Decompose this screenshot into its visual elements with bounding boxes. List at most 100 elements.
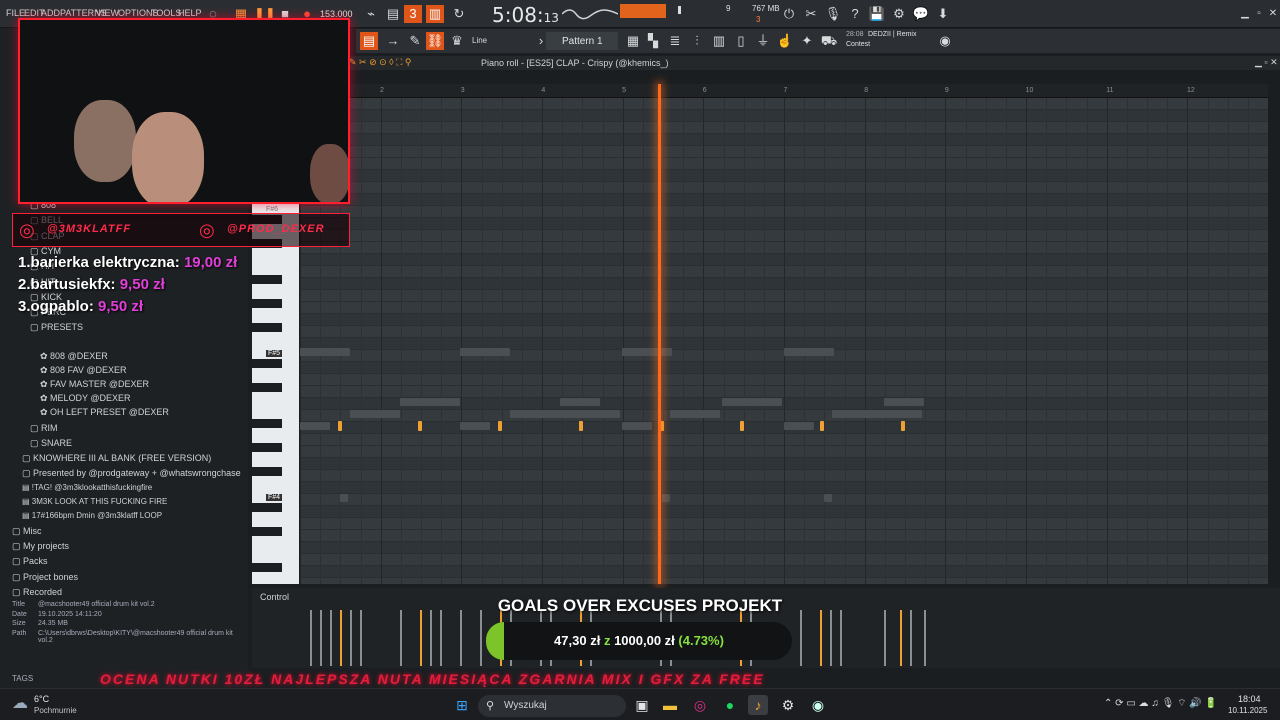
velocity-bar[interactable] <box>340 610 342 666</box>
black-key[interactable] <box>252 359 282 368</box>
power-icon[interactable]: ⏻ <box>780 5 798 23</box>
file-explorer-icon[interactable]: ▬ <box>660 695 680 715</box>
black-key[interactable] <box>252 503 282 512</box>
velocity-bar[interactable] <box>460 610 462 666</box>
script-icon[interactable]: ✦ <box>798 32 816 50</box>
black-key[interactable] <box>252 323 282 332</box>
menu-view[interactable]: VIEW <box>96 8 119 18</box>
playlist-icon[interactable]: ▦ <box>624 32 642 50</box>
folder-item[interactable]: ▢ RIM <box>30 423 58 434</box>
piano-keyboard[interactable]: F#6 F#5 F#4 <box>252 202 299 584</box>
velocity-bar[interactable] <box>820 610 822 666</box>
help-icon[interactable]: ? <box>846 5 864 23</box>
black-key[interactable] <box>252 527 282 536</box>
folder-item[interactable]: ▢ SNARE <box>30 438 72 449</box>
weather-temp[interactable]: 6°C <box>34 694 49 704</box>
preset-item[interactable]: ✿ MELODY @DEXER <box>40 393 131 404</box>
link-icon[interactable]: ⛓ <box>426 32 444 50</box>
tray-icons[interactable]: ⌃ ⟳ ▭ ☁ ♫ 🎙 ⌔ 🔊 🔋 <box>1104 697 1217 710</box>
clap-note[interactable] <box>820 421 824 431</box>
clap-note[interactable] <box>740 421 744 431</box>
root-folder[interactable]: ▢ My projects <box>12 541 69 552</box>
root-folder[interactable]: ▢ Packs <box>12 556 48 567</box>
timeline-ruler[interactable]: 2 3 4 5 6 7 8 9 10 11 12 <box>300 84 1268 98</box>
preset-item[interactable]: ✿ 808 FAV @DEXER <box>40 365 127 376</box>
pencil-icon[interactable]: ✎ <box>406 32 424 50</box>
velocity-bar[interactable] <box>900 610 902 666</box>
velocity-bar[interactable] <box>910 610 912 666</box>
preset-item[interactable]: ✿ FAV MASTER @DEXER <box>40 379 149 390</box>
velocity-bar[interactable] <box>800 610 802 666</box>
spotify-icon[interactable]: ● <box>720 695 740 715</box>
tools-icon[interactable]: ✂ <box>802 5 820 23</box>
clap-note[interactable] <box>418 421 422 431</box>
note-grid[interactable] <box>300 98 1268 584</box>
mixer-faders-icon[interactable]: ⫶ <box>688 32 706 50</box>
preset-item[interactable]: ✿ OH LEFT PRESET @DEXER <box>40 407 169 418</box>
countdown-icon[interactable]: 3 <box>404 5 422 23</box>
root-folder[interactable]: ▢ Recorded <box>12 587 62 598</box>
black-key[interactable] <box>252 275 282 284</box>
clap-note[interactable] <box>579 421 583 431</box>
news-icon[interactable]: ◉ <box>936 32 954 50</box>
chat-icon[interactable]: 💬 <box>912 5 930 23</box>
black-key[interactable] <box>252 419 282 428</box>
piano-roll-window-controls[interactable]: ▁ ▫ ✕ <box>1255 57 1278 68</box>
pack-item[interactable]: ▢ Presented by @prodgateway + @whatswron… <box>22 468 241 479</box>
velocity-bar[interactable] <box>350 610 352 666</box>
velocity-bar[interactable] <box>420 610 422 666</box>
channel-rack-icon[interactable]: ≣ <box>666 32 684 50</box>
clap-note[interactable] <box>338 421 342 431</box>
clap-note[interactable] <box>498 421 502 431</box>
folder-item[interactable]: ▢ PRESETS <box>30 322 83 333</box>
file-item[interactable]: ▤ 3M3K LOOK AT THIS FUCKING FIRE <box>22 497 167 506</box>
control-label[interactable]: Control <box>260 592 289 602</box>
fl-studio-icon[interactable]: ♪ <box>748 695 768 715</box>
black-key[interactable] <box>252 299 282 308</box>
pack-item[interactable]: ▢ KNOWHERE III AL BANK (FREE VERSION) <box>22 453 211 464</box>
velocity-bar[interactable] <box>440 610 442 666</box>
cart-icon[interactable]: ⛟ <box>820 32 838 50</box>
pattern-selector[interactable]: Pattern 1 <box>546 32 618 50</box>
clock-date[interactable]: 10.11.2025 <box>1228 706 1267 715</box>
stamp-icon[interactable]: ♛ <box>448 32 466 50</box>
arrow-right-icon[interactable]: → <box>384 32 402 50</box>
file-item[interactable]: ▤ !TAG! @3m3klookatthisfuckingfire <box>22 483 152 492</box>
velocity-bar[interactable] <box>400 610 402 666</box>
snap-value[interactable]: Line <box>472 36 487 45</box>
menu-help[interactable]: HELP <box>178 8 202 18</box>
menu-tools[interactable]: TOOLS <box>151 8 181 18</box>
touch-icon[interactable]: ☝ <box>776 32 794 50</box>
metronome-icon[interactable]: ⌁ <box>362 5 380 23</box>
close-icon[interactable]: ✕ <box>1264 5 1280 23</box>
velocity-bar[interactable] <box>884 610 886 666</box>
black-key[interactable] <box>252 467 282 476</box>
velocity-bar[interactable] <box>924 610 926 666</box>
mic-icon[interactable]: 🎙 <box>824 5 842 23</box>
wait-icon[interactable]: ▤ <box>384 5 402 23</box>
weather-icon[interactable]: ☁ <box>12 693 28 713</box>
velocity-bar[interactable] <box>840 610 842 666</box>
velocity-bar[interactable] <box>430 610 432 666</box>
root-folder[interactable]: ▢ Project bones <box>12 572 78 583</box>
mixer-icon[interactable]: ▤ <box>360 32 378 50</box>
tool-icons[interactable]: ✎ ✂ ⊘ ⊙ ◊ ⛶ ⚲ <box>349 57 412 68</box>
master-volume-slider[interactable] <box>678 6 681 14</box>
velocity-bar[interactable] <box>830 610 832 666</box>
menu-file[interactable]: FILE <box>6 8 25 18</box>
velocity-bar[interactable] <box>330 610 332 666</box>
step-seq-icon[interactable]: ▚ <box>644 32 662 50</box>
app-icon[interactable]: ◎ <box>690 695 710 715</box>
discord-icon[interactable]: ⚙ <box>778 695 798 715</box>
file-item[interactable]: ▤ 17#166bpm Dmin @3m3klatff LOOP <box>22 511 162 520</box>
root-folder[interactable]: ▢ Misc <box>12 526 42 537</box>
download-icon[interactable]: ⬇ <box>934 5 952 23</box>
song-position[interactable]: 5:08:13 <box>492 3 559 27</box>
file-icon[interactable]: ▯ <box>732 32 750 50</box>
task-view-icon[interactable]: ▣ <box>632 695 652 715</box>
velocity-bar[interactable] <box>310 610 312 666</box>
preset-item[interactable]: ✿ 808 @DEXER <box>40 351 108 362</box>
weather-desc[interactable]: Pochmurnie <box>34 706 77 715</box>
playhead[interactable] <box>658 84 661 584</box>
menu-add[interactable]: ADD <box>41 8 60 18</box>
